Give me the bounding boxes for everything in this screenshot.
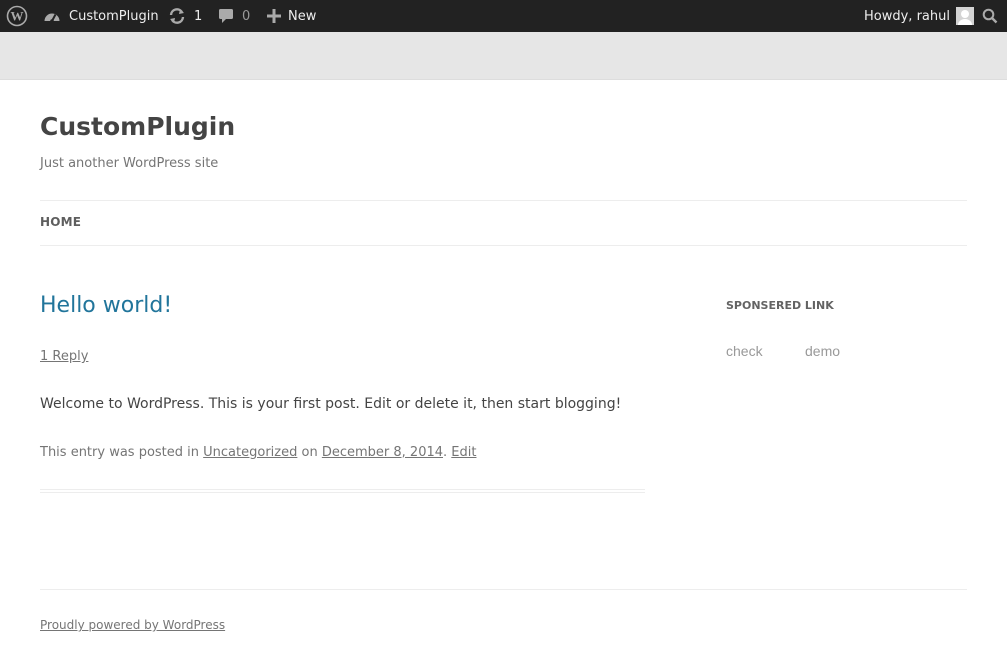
divider [40, 492, 645, 493]
svg-text:W: W [11, 9, 24, 24]
divider [40, 489, 645, 490]
entry-meta: This entry was posted in Uncategorized o… [40, 445, 476, 460]
new-content-menu[interactable]: New [267, 0, 316, 32]
post-title[interactable]: Hello world! [40, 293, 172, 318]
reply-link[interactable]: 1 Reply [40, 349, 88, 364]
meta-on: on [301, 445, 318, 460]
updates-menu[interactable]: 1 [168, 0, 202, 32]
footer-credit-link[interactable]: Proudly powered by WordPress [40, 618, 225, 632]
comments-menu[interactable]: 0 [218, 0, 250, 32]
admin-bar: W CustomPlugin 1 0 New Howdy, rahul [0, 0, 1007, 32]
sponsored-link-demo[interactable]: demo [805, 343, 840, 359]
nav-item-home[interactable]: HOME [40, 215, 81, 229]
divider [40, 200, 967, 201]
new-label: New [288, 8, 317, 24]
avatar [955, 7, 974, 25]
greeting-label: Howdy, rahul [864, 8, 950, 24]
divider [40, 245, 967, 246]
search-icon[interactable] [982, 0, 998, 32]
comments-count: 0 [242, 8, 251, 24]
comment-bubble-icon [218, 8, 234, 24]
meta-period: . [443, 445, 448, 460]
dashboard-icon [43, 8, 61, 24]
divider [40, 589, 967, 590]
post-content: Welcome to WordPress. This is your first… [40, 396, 622, 412]
site-description: Just another WordPress site [40, 156, 219, 171]
category-link[interactable]: Uncategorized [203, 445, 297, 460]
meta-prefix: This entry was posted in [40, 445, 200, 460]
widget-title: SPONSERED LINK [726, 299, 834, 312]
site-title[interactable]: CustomPlugin [40, 112, 235, 141]
page-background-band [0, 32, 1007, 80]
edit-link[interactable]: Edit [451, 445, 476, 460]
updates-icon [168, 8, 186, 24]
site-menu[interactable]: CustomPlugin [43, 0, 159, 32]
wordpress-logo-icon[interactable]: W [6, 0, 28, 32]
plus-icon [267, 9, 281, 23]
date-link[interactable]: December 8, 2014 [322, 445, 443, 460]
account-menu[interactable]: Howdy, rahul [864, 0, 974, 32]
sponsored-link-check[interactable]: check [726, 343, 763, 359]
site-name-label: CustomPlugin [69, 8, 159, 24]
updates-count: 1 [194, 8, 203, 24]
